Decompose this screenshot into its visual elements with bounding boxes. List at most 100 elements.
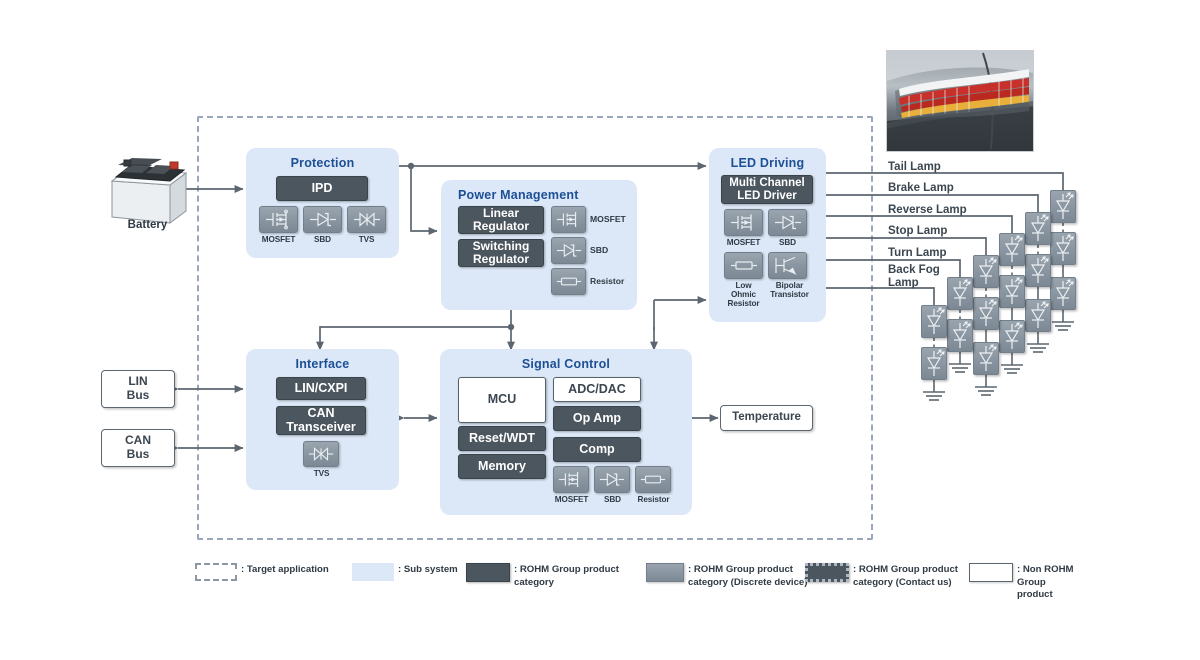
legend-text-rohm-contact: : ROHM Group product category (Contact u…	[853, 564, 958, 588]
protection-sbd-label: SBD	[314, 235, 331, 244]
reset-wdt-product[interactable]: Reset/WDT	[458, 426, 546, 451]
can-transceiver-label: CAN Transceiver	[286, 406, 356, 434]
led-symbol	[921, 305, 947, 338]
led-symbol	[921, 347, 947, 380]
legend-swatch-rohm-discrete	[646, 563, 684, 582]
multi-channel-led-driver-label: Multi Channel LED Driver	[729, 177, 805, 202]
multi-channel-led-driver-product[interactable]: Multi Channel LED Driver	[721, 175, 813, 204]
legend-text-rohm-product: : ROHM Group product category	[514, 564, 619, 588]
protection-title: Protection	[290, 156, 355, 170]
legend-swatch-rohm-product	[466, 563, 510, 582]
power-management-title: Power Management	[458, 188, 579, 202]
signal-control-mosfet-label: MOSFET	[554, 495, 589, 504]
led-symbol	[1050, 190, 1076, 223]
led-symbol	[999, 275, 1025, 308]
led-driving-sbd-icon[interactable]	[768, 209, 807, 236]
op-amp-product[interactable]: Op Amp	[553, 406, 641, 431]
led-symbol	[1025, 299, 1051, 332]
ipd-product[interactable]: IPD	[276, 176, 368, 201]
linear-regulator-product[interactable]: Linear Regulator	[458, 206, 544, 234]
interface-tvs-label: TVS	[313, 469, 330, 478]
led-driving-mosfet-label: MOSFET	[726, 238, 761, 247]
led-driving-low-ohmic-resistor-icon[interactable]	[724, 252, 763, 279]
led-symbol	[999, 233, 1025, 266]
temperature-label: Temperature	[732, 411, 801, 424]
switching-regulator-label: Switching Regulator	[472, 239, 530, 266]
led-driving-low-ohmic-resistor-label: Low Ohmic Resistor	[727, 281, 760, 309]
lamp-label-turn: Turn Lamp	[888, 247, 947, 259]
led-driving-title: LED Driving	[730, 156, 805, 170]
led-symbol	[973, 297, 999, 330]
protection-tvs-label: TVS	[358, 235, 375, 244]
protection-tvs-icon[interactable]	[347, 206, 386, 233]
battery-icon	[100, 153, 195, 228]
legend-item-sub-system: : Sub system	[352, 563, 458, 581]
power-management-mosfet-icon[interactable]	[551, 206, 586, 233]
reset-wdt-label: Reset/WDT	[469, 430, 535, 445]
legend-item-target-application: : Target application	[195, 563, 329, 581]
can-transceiver-product[interactable]: CAN Transceiver	[276, 406, 366, 435]
signal-control-mosfet-icon[interactable]	[553, 466, 589, 493]
led-driving-mosfet-icon[interactable]	[724, 209, 763, 236]
adc-dac-label: ADC/DAC	[568, 381, 626, 396]
protection-mosfet-label: MOSFET	[261, 235, 296, 244]
comp-label: Comp	[579, 441, 615, 456]
led-symbol	[1025, 212, 1051, 245]
lin-bus-box[interactable]: LIN Bus	[101, 370, 175, 408]
led-symbol	[973, 255, 999, 288]
led-symbol	[1025, 254, 1051, 287]
power-management-sbd-icon[interactable]	[551, 237, 586, 264]
legend-text-non-rohm: : Non ROHM Group product	[1017, 564, 1074, 601]
led-symbol	[973, 342, 999, 375]
legend-item-rohm-contact: : ROHM Group product category (Contact u…	[805, 563, 958, 589]
signal-control-title: Signal Control	[521, 357, 611, 371]
mcu-label: MCU	[487, 392, 517, 407]
lin-cxpi-label: LIN/CXPI	[294, 380, 348, 395]
battery-label: Battery	[127, 219, 168, 231]
led-symbol	[1050, 232, 1076, 265]
power-management-resistor-label: Resistor	[590, 276, 625, 286]
legend-item-rohm-product: : ROHM Group product category	[466, 563, 619, 589]
lamp-label-stop: Stop Lamp	[888, 225, 948, 237]
lamp-label-brake: Brake Lamp	[888, 182, 954, 194]
lamp-label-tail: Tail Lamp	[888, 161, 941, 173]
legend-swatch-non-rohm	[969, 563, 1013, 582]
can-bus-box[interactable]: CAN Bus	[101, 429, 175, 467]
power-management-sbd-label: SBD	[590, 245, 609, 255]
temperature-box[interactable]: Temperature	[720, 405, 813, 431]
legend-item-rohm-discrete: : ROHM Group product category (Discrete …	[646, 563, 807, 589]
can-bus-label: CAN Bus	[125, 433, 151, 461]
signal-control-resistor-label: Resistor	[637, 495, 670, 504]
protection-mosfet-icon[interactable]	[259, 206, 298, 233]
mcu-product[interactable]: MCU	[458, 377, 546, 423]
interface-tvs-icon[interactable]	[303, 441, 339, 467]
led-driving-sbd-label: SBD	[779, 238, 796, 247]
switching-regulator-product[interactable]: Switching Regulator	[458, 239, 544, 267]
led-symbol	[999, 320, 1025, 353]
comp-product[interactable]: Comp	[553, 437, 641, 462]
block-diagram-canvas: Battery LIN Bus CAN Bus Temperature Prot…	[0, 0, 1200, 660]
lamp-label-reverse: Reverse Lamp	[888, 204, 967, 216]
interface-title: Interface	[295, 357, 350, 371]
signal-control-sbd-icon[interactable]	[594, 466, 630, 493]
led-symbol	[1050, 277, 1076, 310]
signal-control-resistor-icon[interactable]	[635, 466, 671, 493]
protection-sbd-icon[interactable]	[303, 206, 342, 233]
memory-label: Memory	[478, 458, 526, 473]
legend: : Target application : Sub system : ROHM…	[195, 560, 1095, 605]
led-symbol	[947, 319, 973, 352]
adc-dac-product[interactable]: ADC/DAC	[553, 377, 641, 402]
led-driving-bipolar-transistor-icon[interactable]	[768, 252, 807, 279]
op-amp-label: Op Amp	[572, 410, 622, 425]
legend-swatch-dashed	[195, 563, 237, 581]
led-driving-bipolar-transistor-label: Bipolar Transistor	[770, 281, 809, 300]
lin-cxpi-product[interactable]: LIN/CXPI	[276, 377, 366, 400]
power-management-resistor-icon[interactable]	[551, 268, 586, 295]
lin-bus-label: LIN Bus	[126, 374, 150, 402]
led-symbol	[947, 277, 973, 310]
lamp-label-back-fog: Back Fog Lamp	[888, 264, 940, 289]
power-management-mosfet-label: MOSFET	[590, 214, 626, 224]
linear-regulator-label: Linear Regulator	[472, 206, 529, 233]
memory-product[interactable]: Memory	[458, 454, 546, 479]
legend-item-non-rohm: : Non ROHM Group product	[969, 563, 1095, 602]
